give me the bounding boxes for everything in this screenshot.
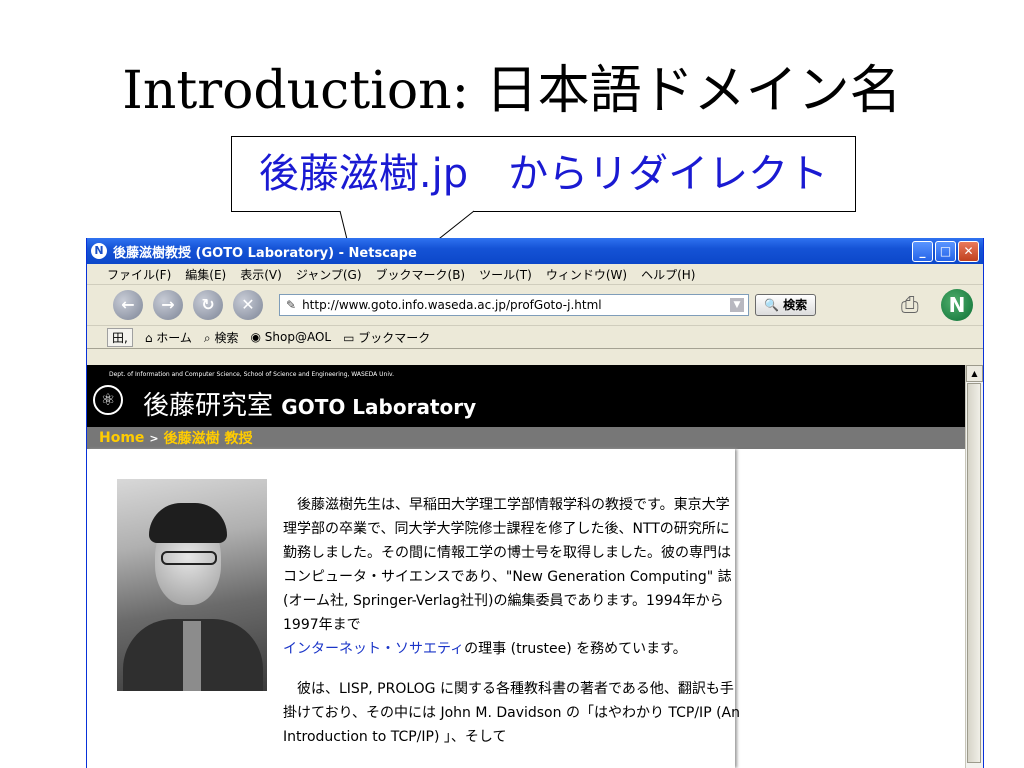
maximize-button[interactable]: □ [935,240,956,262]
internet-society-link[interactable]: インターネット・ソサエティ [283,641,464,657]
menu-help[interactable]: ヘルプ(H) [641,266,695,283]
scroll-thumb[interactable] [967,383,981,763]
breadcrumb: Home > 後藤滋樹 教授 [87,427,983,449]
browser-window: N 後藤滋樹教授 (GOTO Laboratory) - Netscape _ … [86,238,984,768]
tab-button[interactable]: 田, [107,327,133,347]
search-link[interactable]: ⌕ 検索 [204,329,239,346]
search-button-label: 検索 [783,298,808,312]
back-arrow-icon: ← [121,295,135,314]
home-link[interactable]: ⌂ ホーム [145,329,192,346]
breadcrumb-current: 後藤滋樹 教授 [163,431,253,447]
reload-icon: ↻ [201,295,215,314]
minimize-button[interactable]: _ [912,240,933,262]
menu-view[interactable]: 表示(V) [240,266,282,283]
paragraph-2: 彼は、LISP, PROLOG に関する各種教科書の著者である他、翻訳も手掛けて… [283,681,740,745]
bookmark-folder[interactable]: ▭ ブックマーク [343,329,430,346]
stop-button[interactable]: ✕ [233,290,263,320]
department-text: Dept. of Information and Computer Scienc… [109,371,394,378]
professor-photo [117,479,267,691]
forward-button[interactable]: → [153,290,183,320]
menu-bar: ファイル(F) 編集(E) 表示(V) ジャンプ(G) ブックマーク(B) ツー… [87,264,983,285]
page-icon: ✎ [286,298,297,312]
bookmark-label: ブックマーク [358,330,431,345]
search-label: 検索 [214,330,239,345]
photo-tie [183,621,201,691]
url-dropdown-icon[interactable]: ▼ [730,298,744,312]
paragraph-1-text: 後藤滋樹先生は、早稲田大学理工学部情報学科の教授です。東京大学理学部の卒業で、同… [283,497,732,633]
stop-icon: ✕ [241,295,255,314]
site-header: Dept. of Information and Computer Scienc… [87,365,983,427]
window-controls: _ □ ✕ [912,240,979,262]
site-title-japanese: 後藤研究室 [143,391,274,421]
scroll-up-arrow[interactable]: ▲ [966,365,983,382]
url-text: http://www.goto.info.waseda.ac.jp/profGo… [302,298,602,312]
reload-button[interactable]: ↻ [193,290,223,320]
menu-file[interactable]: ファイル(F) [107,266,171,283]
breadcrumb-home[interactable]: Home [99,430,144,446]
menu-bookmarks[interactable]: ブックマーク(B) [376,266,466,283]
paragraph-1-tail: の理事 (trustee) を務めています。 [464,641,687,657]
title-bar: N 後藤滋樹教授 (GOTO Laboratory) - Netscape _ … [87,238,983,264]
lab-logo-icon: ⚛ [93,385,123,415]
window-title: 後藤滋樹教授 (GOTO Laboratory) - Netscape [113,245,417,261]
menu-tools[interactable]: ツール(T) [479,266,532,283]
back-button[interactable]: ← [113,290,143,320]
navigation-toolbar: ← → ↻ ✕ ✎ http://www.goto.info.waseda.ac… [87,285,983,326]
home-label: ホーム [156,330,192,345]
personal-toolbar: 田, ⌂ ホーム ⌕ 検索 ◉ Shop@AOL ▭ ブックマーク [87,326,983,349]
menu-go[interactable]: ジャンプ(G) [296,266,362,283]
paragraph-1: 後藤滋樹先生は、早稲田大学理工学部情報学科の教授です。東京大学理学部の卒業で、同… [283,493,743,661]
photo-hair [149,503,227,543]
photo-glasses [161,551,217,565]
magnifier-icon: 🔍 [764,298,779,312]
article-text: 後藤滋樹先生は、早稲田大学理工学部情報学科の教授です。東京大学理学部の卒業で、同… [283,493,743,765]
forward-arrow-icon: → [161,295,175,314]
site-title: 後藤研究室 GOTO Laboratory [143,385,476,422]
print-icon[interactable]: ⎙ [901,293,931,318]
shop-link[interactable]: ◉ Shop@AOL [250,330,331,344]
shop-label: Shop@AOL [264,330,332,344]
netscape-logo-icon: N [941,289,973,321]
site-title-english: GOTO Laboratory [281,395,477,419]
page-content: Dept. of Information and Computer Scienc… [87,365,983,768]
url-field[interactable]: ✎ http://www.goto.info.waseda.ac.jp/prof… [279,294,749,316]
menu-window[interactable]: ウィンドウ(W) [546,266,627,283]
close-button[interactable]: ✕ [958,240,979,262]
breadcrumb-separator: > [149,431,159,445]
vertical-scrollbar[interactable]: ▲ [965,365,983,768]
search-button[interactable]: 🔍 検索 [755,294,817,316]
article-panel: 後藤滋樹先生は、早稲田大学理工学部情報学科の教授です。東京大学理学部の卒業で、同… [87,449,740,768]
netscape-icon: N [91,243,107,259]
menu-edit[interactable]: 編集(E) [185,266,226,283]
